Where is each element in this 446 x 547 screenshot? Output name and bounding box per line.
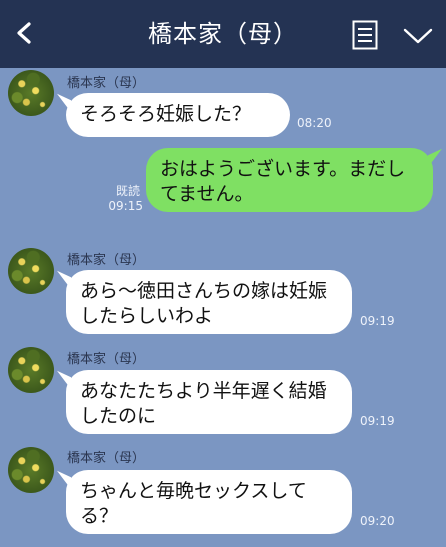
message-time: 09:19 <box>360 414 395 428</box>
sender-name: 橋本家（母） <box>67 352 146 367</box>
message-bubble[interactable]: おはようございます。まだしてません。 <box>146 148 433 212</box>
chat-header: 橋本家（母） <box>0 0 446 68</box>
chevron-down-icon[interactable] <box>403 27 433 45</box>
message-bubble[interactable]: あら〜徳田さんちの嫁は妊娠したらしいわよ <box>66 270 352 334</box>
chat-title: 橋本家（母） <box>148 20 298 48</box>
avatar[interactable] <box>8 447 54 493</box>
sender-name: 橋本家（母） <box>67 76 146 91</box>
read-receipt: 既読 <box>115 184 140 198</box>
message-time: 08:20 <box>297 116 332 130</box>
message-time: 09:19 <box>360 314 395 328</box>
message-time: 09:15 <box>108 199 143 213</box>
message-bubble[interactable]: そろそろ妊娠した？ <box>66 93 290 137</box>
avatar[interactable] <box>8 248 54 294</box>
notes-icon[interactable] <box>352 20 378 50</box>
message-time: 09:20 <box>360 514 395 528</box>
sender-name: 橋本家（母） <box>67 253 146 268</box>
message-bubble[interactable]: ちゃんと毎晩セックスしてる？ <box>66 470 352 534</box>
avatar[interactable] <box>8 70 54 116</box>
sender-name: 橋本家（母） <box>67 451 146 466</box>
message-bubble[interactable]: あなたたちより半年遅く結婚したのに <box>66 370 352 434</box>
avatar[interactable] <box>8 347 54 393</box>
